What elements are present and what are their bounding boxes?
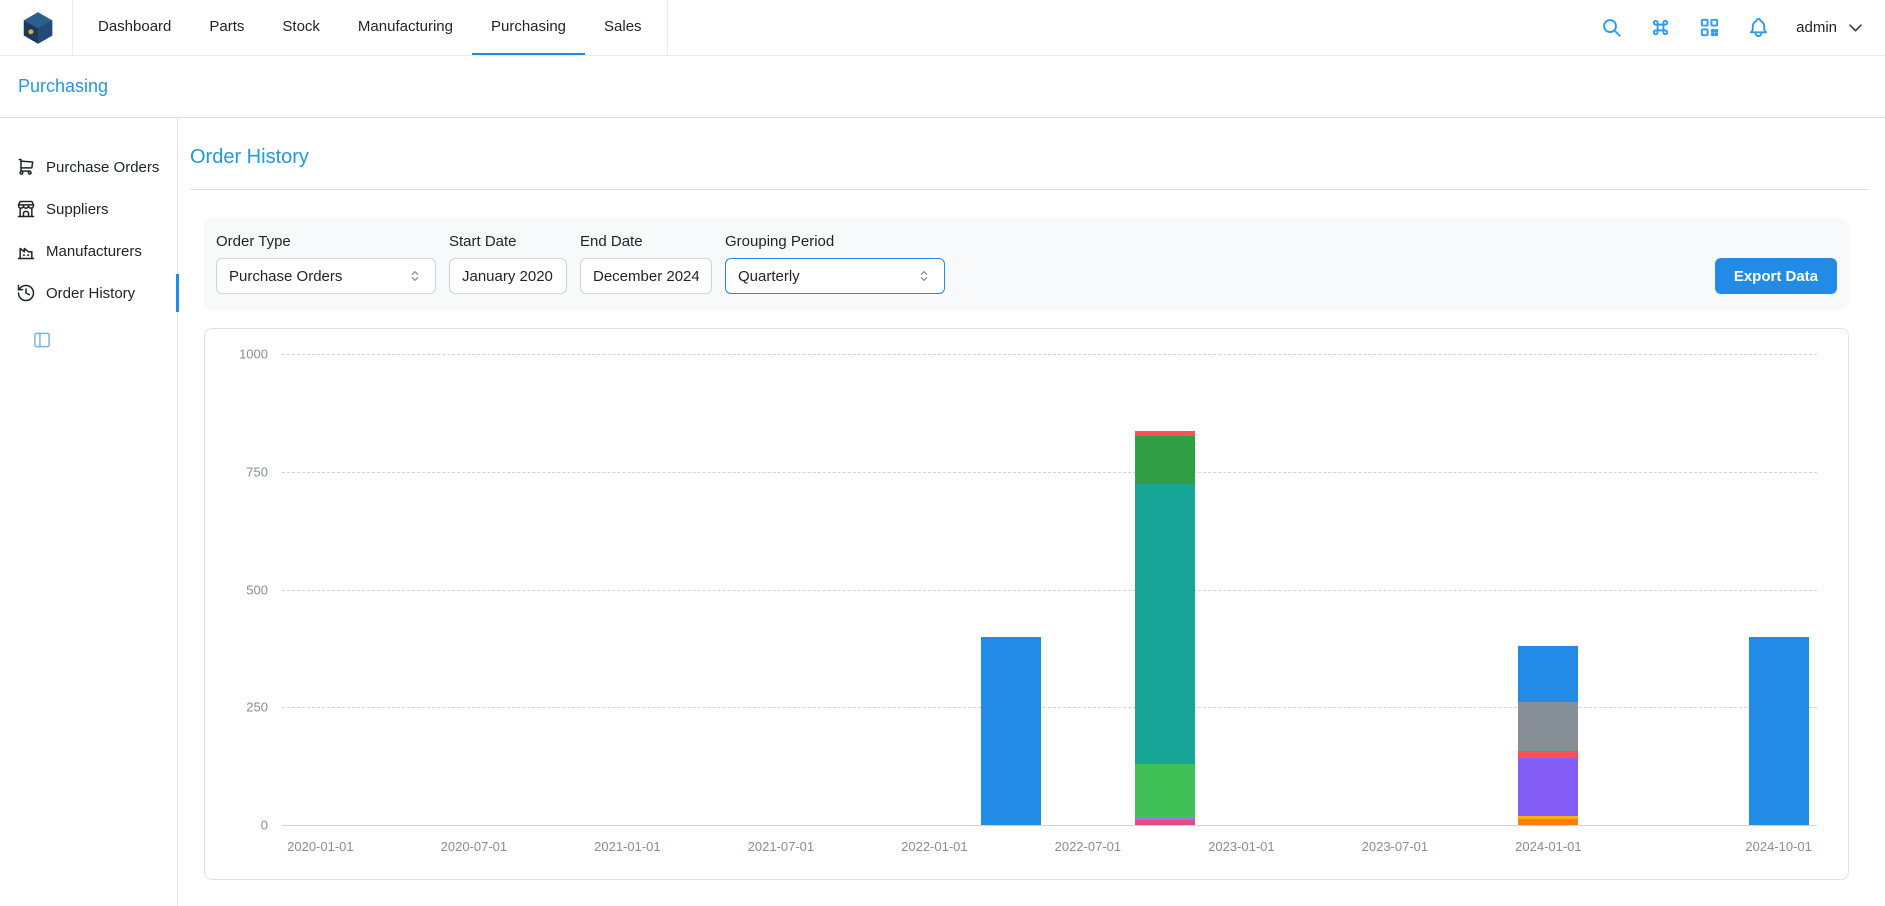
tab-sales[interactable]: Sales	[585, 0, 661, 55]
grouping-period-value: Quarterly	[738, 268, 800, 285]
tab-stock-label: Stock	[282, 18, 320, 35]
tab-purchasing-label: Purchasing	[491, 18, 566, 35]
tab-manufacturing-label: Manufacturing	[358, 18, 453, 35]
chart-bar[interactable]	[1518, 646, 1578, 825]
chart-bar-segment	[1135, 436, 1195, 483]
sidebar-item-label: Order History	[46, 285, 135, 302]
start-date-input[interactable]	[449, 258, 567, 294]
main-nav-tabs: Dashboard Parts Stock Manufacturing Purc…	[72, 0, 668, 55]
order-type-label: Order Type	[216, 233, 436, 250]
chart-bar-segment	[1135, 764, 1195, 817]
x-axis-tick-label: 2024-01-01	[1515, 839, 1582, 854]
start-date-field: Start Date	[449, 233, 567, 294]
barcode-scan-icon[interactable]	[1698, 16, 1721, 39]
tab-stock[interactable]: Stock	[263, 0, 339, 55]
chart-bar-segment	[1749, 637, 1809, 825]
chart-bar-segment	[1518, 702, 1578, 751]
chevron-selector-icon	[916, 268, 932, 284]
x-axis-tick-label: 2024-10-01	[1745, 839, 1812, 854]
tab-dashboard[interactable]: Dashboard	[79, 0, 190, 55]
chart-plot: 025050075010002020-01-012020-07-012021-0…	[282, 354, 1817, 825]
chart-bar-segment	[981, 637, 1041, 825]
x-axis-tick-label: 2020-01-01	[287, 839, 354, 854]
chart-gridline	[282, 590, 1817, 591]
main-panel: Order History Order Type Purchase Orders…	[178, 118, 1885, 906]
page-title: Order History	[190, 146, 1869, 169]
y-axis-tick-label: 500	[212, 582, 268, 597]
chart-gridline	[282, 825, 1817, 826]
chart-bar[interactable]	[981, 637, 1041, 825]
breadcrumb-purchasing[interactable]: Purchasing	[18, 76, 108, 97]
x-axis-tick-label: 2020-07-01	[441, 839, 508, 854]
shopping-cart-icon	[16, 157, 36, 177]
x-axis-tick-label: 2021-01-01	[594, 839, 661, 854]
sidebar: Purchase Orders Suppliers Manufacturers …	[0, 118, 178, 906]
filter-panel: Order Type Purchase Orders Start Date En…	[204, 218, 1849, 310]
sidebar-item-suppliers[interactable]: Suppliers	[0, 188, 177, 230]
bell-icon[interactable]	[1747, 16, 1770, 39]
order-history-chart: 0 250 500 750 1000 2020-01-01 2020-07-01 2021-0…	[204, 328, 1849, 880]
chart-bar-segment	[1518, 751, 1578, 758]
top-navbar: Dashboard Parts Stock Manufacturing Purc…	[0, 0, 1885, 56]
chart-gridline	[282, 472, 1817, 473]
chevron-selector-icon	[407, 268, 423, 284]
tab-sales-label: Sales	[604, 18, 642, 35]
chart-bar-segment	[1518, 819, 1578, 825]
history-icon	[16, 283, 36, 303]
x-axis-tick-label: 2023-07-01	[1362, 839, 1429, 854]
x-axis-tick-label: 2021-07-01	[748, 839, 815, 854]
tab-parts[interactable]: Parts	[190, 0, 263, 55]
chart-bar[interactable]	[1749, 637, 1809, 825]
y-axis-tick-label: 750	[212, 464, 268, 479]
grouping-period-select[interactable]: Quarterly	[725, 258, 945, 294]
content-area: Purchase Orders Suppliers Manufacturers …	[0, 118, 1885, 906]
end-date-input[interactable]	[580, 258, 712, 294]
x-axis-tick-label: 2022-01-01	[901, 839, 968, 854]
start-date-label: Start Date	[449, 233, 567, 250]
end-date-label: End Date	[580, 233, 712, 250]
sidebar-item-order-history[interactable]: Order History	[0, 272, 177, 314]
search-icon[interactable]	[1600, 16, 1623, 39]
tab-parts-label: Parts	[209, 18, 244, 35]
grouping-period-label: Grouping Period	[725, 233, 945, 250]
user-menu[interactable]: admin	[1796, 18, 1865, 37]
order-type-select[interactable]: Purchase Orders	[216, 258, 436, 294]
app-logo[interactable]	[20, 10, 56, 46]
y-axis-tick-label: 250	[212, 700, 268, 715]
user-name: admin	[1796, 19, 1837, 36]
x-axis-tick-label: 2023-01-01	[1208, 839, 1275, 854]
chevron-down-icon	[1846, 18, 1865, 37]
building-store-icon	[16, 199, 36, 219]
chart-bar-segment	[1135, 484, 1195, 764]
tab-dashboard-label: Dashboard	[98, 18, 171, 35]
chart-gridline	[282, 707, 1817, 708]
breadcrumb: Purchasing	[0, 56, 1885, 118]
sidebar-item-label: Purchase Orders	[46, 159, 159, 176]
tab-purchasing[interactable]: Purchasing	[472, 0, 585, 55]
chart-bar-segment	[1135, 820, 1195, 825]
chart-bar[interactable]	[1135, 431, 1195, 825]
order-type-field: Order Type Purchase Orders	[216, 233, 436, 294]
chart-bar-segment	[1518, 758, 1578, 815]
export-data-button[interactable]: Export Data	[1715, 258, 1837, 294]
end-date-field: End Date	[580, 233, 712, 294]
navbar-actions: admin	[1600, 16, 1865, 39]
sidebar-item-label: Suppliers	[46, 201, 109, 218]
sidebar-collapse-icon[interactable]	[32, 330, 52, 350]
title-divider	[190, 189, 1869, 190]
grouping-period-field: Grouping Period Quarterly	[725, 233, 945, 294]
sidebar-item-label: Manufacturers	[46, 243, 142, 260]
x-axis-tick-label: 2022-07-01	[1055, 839, 1122, 854]
y-axis-tick-label: 0	[212, 818, 268, 833]
tab-manufacturing[interactable]: Manufacturing	[339, 0, 472, 55]
command-icon[interactable]	[1649, 16, 1672, 39]
sidebar-item-manufacturers[interactable]: Manufacturers	[0, 230, 177, 272]
sidebar-item-purchase-orders[interactable]: Purchase Orders	[0, 146, 177, 188]
order-type-value: Purchase Orders	[229, 268, 342, 285]
chart-gridline	[282, 354, 1817, 355]
chart-bar-segment	[1518, 646, 1578, 702]
y-axis-tick-label: 1000	[212, 347, 268, 362]
building-factory-icon	[16, 241, 36, 261]
